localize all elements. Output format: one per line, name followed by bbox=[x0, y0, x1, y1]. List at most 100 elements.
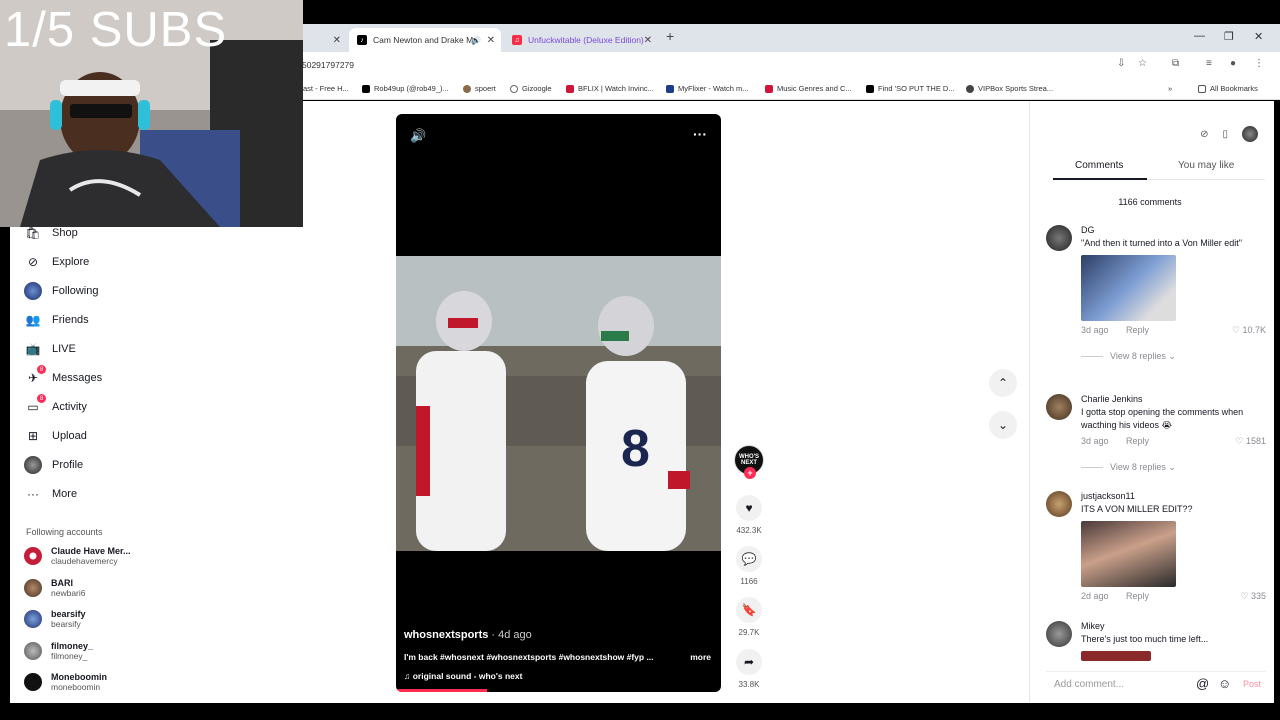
comment-reaction-image[interactable] bbox=[1081, 521, 1176, 587]
tab-audio-icon[interactable]: 🔊 bbox=[471, 36, 481, 45]
comment-like[interactable]: ♡ 10.7K bbox=[1232, 325, 1266, 336]
url-text[interactable]: 50291797279 bbox=[302, 60, 354, 70]
tab-music[interactable]: ♫ Unfuckwitable (Deluxe Edition) ✕ bbox=[504, 28, 658, 52]
restore-icon[interactable]: ❐ bbox=[1224, 30, 1234, 43]
tab-previous-partial[interactable]: ✕ bbox=[303, 28, 347, 52]
user-avatar[interactable] bbox=[1242, 126, 1258, 142]
sidebar-item-messages[interactable]: ✈ 8 Messages bbox=[24, 365, 102, 387]
extensions-icon[interactable]: ⧉ bbox=[1172, 58, 1179, 69]
video-username[interactable]: whosnextsports bbox=[404, 629, 488, 641]
next-video-button[interactable]: ⌄ bbox=[989, 411, 1017, 439]
sidebar-item-label: LIVE bbox=[52, 343, 76, 355]
bookmark-item[interactable]: MyFlixer - Watch m... bbox=[666, 84, 749, 93]
comment-user[interactable]: justjackson11 bbox=[1081, 491, 1266, 501]
bookmark-item[interactable]: Rob49up (@rob49_)... bbox=[362, 84, 449, 93]
reply-button[interactable]: Reply bbox=[1126, 436, 1149, 446]
profile-icon[interactable]: ● bbox=[1230, 58, 1236, 69]
follow-plus-icon[interactable]: + bbox=[744, 467, 756, 479]
avatar[interactable] bbox=[1046, 394, 1072, 420]
comment-user[interactable]: Mikey bbox=[1081, 621, 1266, 631]
avatar[interactable] bbox=[1046, 491, 1072, 517]
video-more-options-icon[interactable]: ··· bbox=[693, 126, 707, 142]
device-icon[interactable]: ▯ bbox=[1222, 129, 1228, 140]
live-icon: 📺 bbox=[25, 342, 41, 356]
compass-icon[interactable]: ⊘ bbox=[1200, 129, 1208, 140]
sidebar-item-activity[interactable]: ▭ 8 Activity bbox=[24, 394, 87, 416]
mention-icon[interactable]: @ bbox=[1196, 676, 1209, 691]
account-item[interactable]: Moneboomin moneboomin bbox=[24, 672, 107, 692]
add-comment-bar[interactable]: Add comment... @ ☺ Post bbox=[1046, 671, 1266, 695]
close-tab-icon[interactable]: ✕ bbox=[487, 35, 495, 46]
comment-like[interactable]: ♡ 1581 bbox=[1235, 436, 1266, 447]
all-bookmarks[interactable]: All Bookmarks bbox=[1198, 84, 1258, 93]
bookmark-item[interactable]: BFLIX | Watch Invinc... bbox=[566, 84, 654, 93]
tab-comments[interactable]: Comments bbox=[1075, 160, 1123, 171]
reply-button[interactable]: Reply bbox=[1126, 591, 1149, 601]
bookmark-item[interactable]: VIPBox Sports Strea... bbox=[966, 84, 1053, 93]
tiktok-icon bbox=[362, 84, 370, 93]
tab-active[interactable]: ♪ Cam Newton and Drake M 🔊 ✕ bbox=[349, 28, 501, 52]
sidebar-item-label: Upload bbox=[52, 430, 87, 442]
sidebar-item-live[interactable]: 📺 LIVE bbox=[24, 340, 76, 358]
install-icon[interactable]: ⇩ bbox=[1117, 58, 1125, 69]
bookmark-icon: 🔖 bbox=[736, 597, 762, 623]
video-progress-bar[interactable] bbox=[396, 689, 487, 692]
new-tab-icon[interactable]: + bbox=[666, 28, 674, 44]
view-replies-button[interactable]: View 8 replies ⌄ bbox=[1081, 462, 1266, 473]
previous-video-button[interactable]: ⌃ bbox=[989, 369, 1017, 397]
like-count: 432.3K bbox=[736, 526, 762, 535]
more-button[interactable]: more bbox=[690, 652, 711, 662]
comment-user[interactable]: DG bbox=[1081, 225, 1266, 235]
emoji-icon[interactable]: ☺ bbox=[1218, 676, 1231, 691]
close-tab-icon[interactable]: ✕ bbox=[333, 35, 341, 46]
view-replies-button[interactable]: View 8 replies ⌄ bbox=[1081, 351, 1266, 362]
playlist-icon[interactable]: ≡ bbox=[1206, 58, 1212, 69]
sidebar-item-following[interactable]: Following bbox=[24, 282, 98, 300]
like-button[interactable]: ♥ 432.3K bbox=[732, 495, 766, 535]
avatar[interactable] bbox=[1046, 225, 1072, 251]
add-comment-input[interactable]: Add comment... bbox=[1054, 679, 1124, 690]
star-icon[interactable]: ☆ bbox=[1138, 58, 1147, 69]
bookmarks-overflow-icon[interactable]: » bbox=[1168, 84, 1172, 93]
bookmark-item[interactable]: Music Genres and C... bbox=[765, 84, 852, 93]
share-button[interactable]: ➦ 33.8K bbox=[732, 649, 766, 689]
post-button[interactable]: Post bbox=[1243, 679, 1261, 689]
account-item[interactable]: Claude Have Mer... claudehavemercy bbox=[24, 546, 131, 566]
video-frame: 8 bbox=[396, 256, 721, 551]
bookmark-item[interactable]: Find 'SO PUT THE D... bbox=[866, 84, 955, 93]
minimize-icon[interactable]: — bbox=[1194, 30, 1205, 42]
save-button[interactable]: 🔖 29.7K bbox=[732, 597, 766, 637]
comment-sticker-image[interactable] bbox=[1081, 255, 1176, 321]
sidebar-item-upload[interactable]: ⊞ Upload bbox=[24, 427, 87, 445]
comment-text: ITS A VON MILLER EDIT?? bbox=[1081, 504, 1193, 514]
sidebar-item-explore[interactable]: ⊘ Explore bbox=[24, 253, 89, 271]
kebab-menu-icon[interactable]: ⋮ bbox=[1254, 58, 1264, 69]
tab-underline bbox=[1053, 178, 1147, 180]
comment-image[interactable] bbox=[1081, 651, 1151, 661]
account-item[interactable]: BARI newbari6 bbox=[24, 578, 86, 598]
bookmark-item[interactable]: Gizoogle bbox=[510, 84, 552, 93]
account-item[interactable]: filmoney_ filmoney_ bbox=[24, 641, 93, 661]
close-window-icon[interactable]: ✕ bbox=[1254, 30, 1263, 43]
close-tab-icon[interactable]: ✕ bbox=[644, 35, 652, 46]
tab-you-may-like[interactable]: You may like bbox=[1178, 160, 1234, 171]
reply-button[interactable]: Reply bbox=[1126, 325, 1149, 335]
bookmark-item[interactable]: ast - Free H... bbox=[303, 84, 349, 93]
bookmark-item[interactable]: spoert bbox=[463, 84, 496, 93]
sidebar-item-more[interactable]: ··· More bbox=[24, 485, 77, 503]
comment-button[interactable]: 💬 1166 bbox=[732, 546, 766, 586]
activity-badge: 8 bbox=[37, 394, 46, 403]
author-avatar-button[interactable]: WHO'S NEXT + bbox=[732, 445, 766, 479]
account-item[interactable]: bearsify bearsify bbox=[24, 609, 86, 629]
sidebar-item-friends[interactable]: 👥 Friends bbox=[24, 311, 89, 329]
video-player[interactable]: 🔊 ··· 8 whosnextsports · 4d ago I'm back… bbox=[396, 114, 721, 692]
account-handle: moneboomin bbox=[51, 682, 101, 692]
video-author[interactable]: whosnextsports · 4d ago bbox=[404, 629, 532, 641]
comment-like[interactable]: ♡ 335 bbox=[1240, 591, 1266, 602]
messages-icon: ✈ 8 bbox=[24, 365, 46, 387]
avatar[interactable] bbox=[1046, 621, 1072, 647]
sidebar-item-profile[interactable]: Profile bbox=[24, 456, 83, 474]
comment-user[interactable]: Charlie Jenkins bbox=[1081, 394, 1266, 404]
video-sound[interactable]: ♫ original sound - who's next bbox=[404, 671, 522, 681]
volume-icon[interactable]: 🔊 bbox=[410, 128, 426, 144]
